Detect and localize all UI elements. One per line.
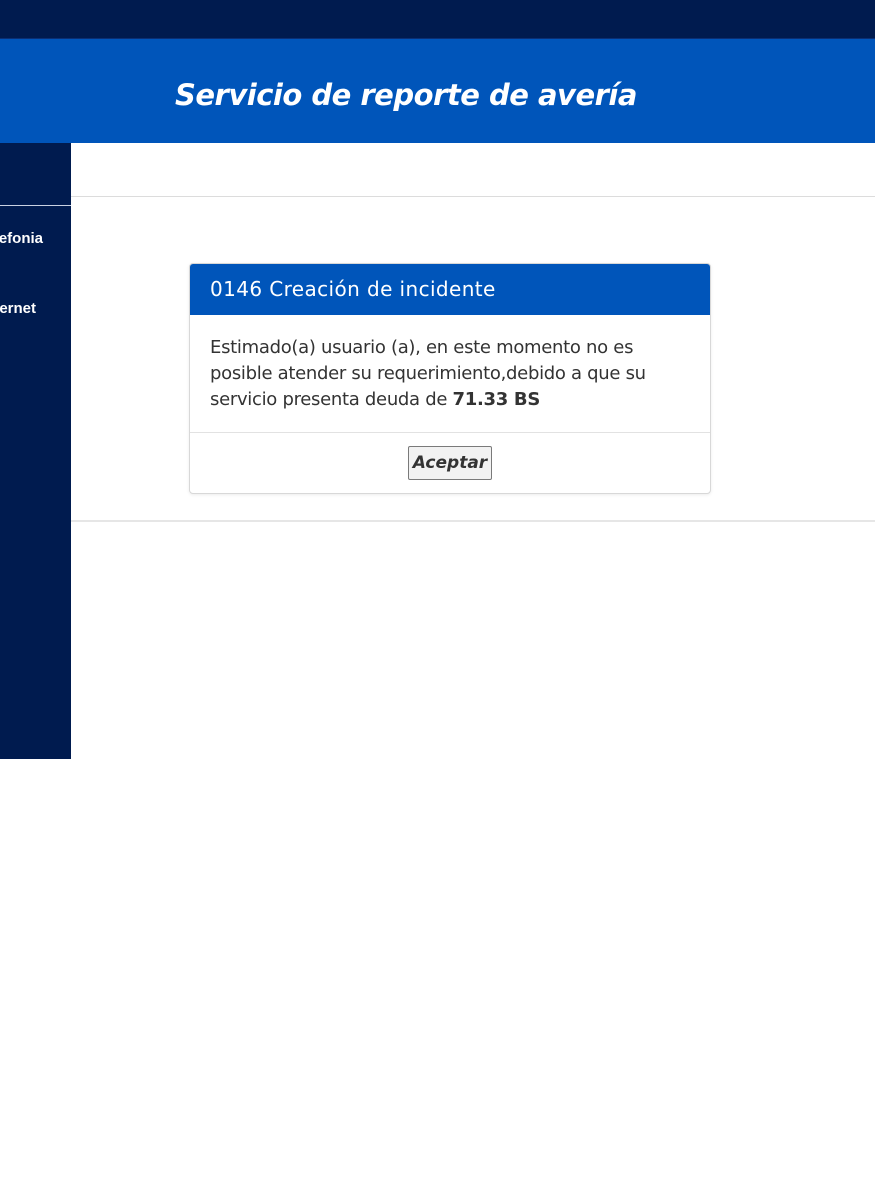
page: Servicio de reporte de avería efonia ern… (0, 0, 875, 1200)
dialog-body: Estimado(a) usuario (a), en este momento… (190, 315, 710, 433)
content-divider (71, 520, 875, 522)
incident-dialog: 0146 Creación de incidente Estimado(a) u… (189, 263, 711, 494)
dialog-message-text: Estimado(a) usuario (a), en este momento… (210, 337, 646, 410)
subheader-divider (71, 196, 875, 197)
sidebar: efonia ernet (0, 143, 71, 759)
sidebar-divider (0, 205, 71, 206)
sidebar-item-internet[interactable]: ernet (0, 300, 36, 317)
sidebar-item-telefonia[interactable]: efonia (0, 230, 43, 247)
dialog-header: 0146 Creación de incidente (190, 264, 710, 315)
dialog-title: 0146 Creación de incidente (210, 277, 496, 301)
page-title: Servicio de reporte de avería (175, 78, 637, 112)
dialog-message: Estimado(a) usuario (a), en este momento… (210, 335, 690, 413)
top-bar (0, 0, 875, 39)
dialog-footer: Aceptar (190, 433, 710, 493)
sidebar-item-label: ernet (0, 300, 36, 317)
debt-amount: 71.33 BS (452, 389, 541, 410)
sidebar-item-label: efonia (0, 230, 43, 247)
accept-button[interactable]: Aceptar (408, 446, 492, 480)
